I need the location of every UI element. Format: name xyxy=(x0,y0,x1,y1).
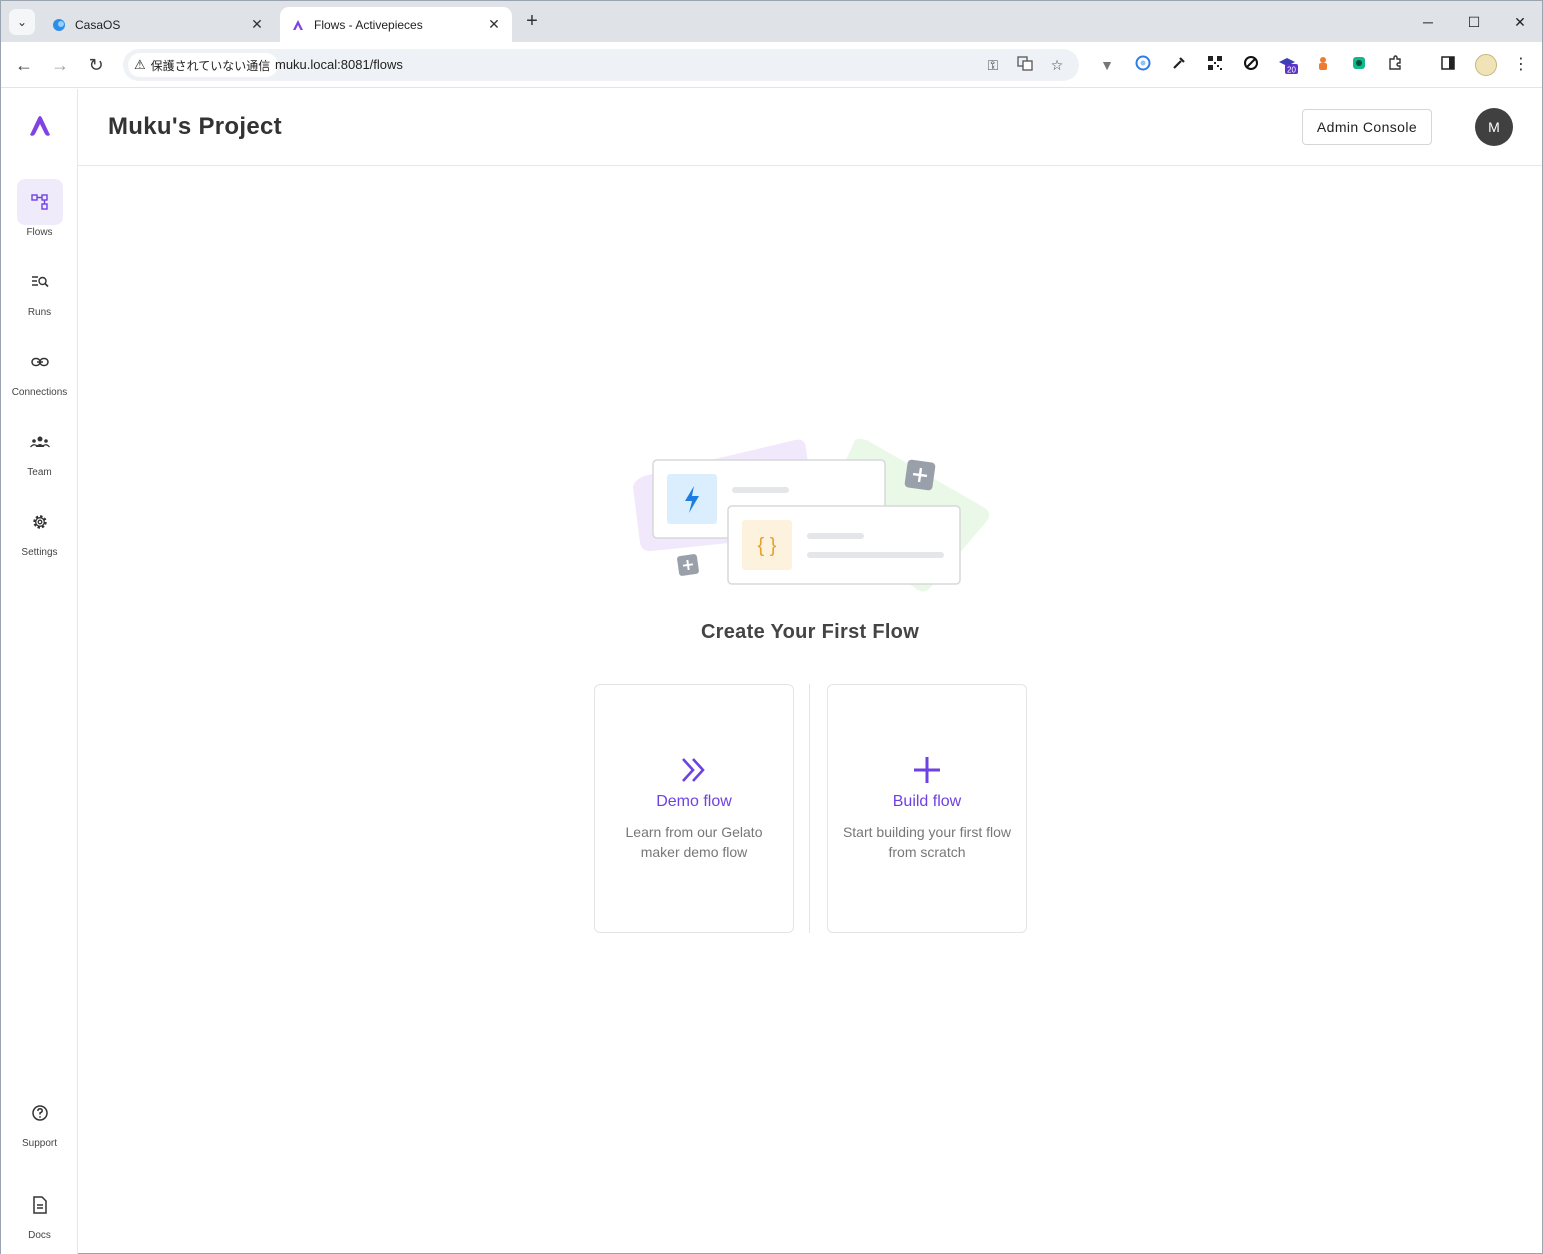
question-icon xyxy=(31,1105,48,1121)
tab-casaos[interactable]: CasaOS ✕ xyxy=(41,7,275,42)
nav-icon-wrap xyxy=(17,1182,63,1228)
browser-window: ⌄ CasaOS ✕ Flows - Activepieces ✕ + ─ ☐ … xyxy=(0,0,1543,1254)
tab-strip: ⌄ CasaOS ✕ Flows - Activepieces ✕ + ─ ☐ … xyxy=(1,1,1542,42)
document-icon xyxy=(32,1196,47,1214)
window-close-icon[interactable]: ✕ xyxy=(1505,9,1535,35)
sidebar-item-label: Flows xyxy=(26,227,53,238)
chevron-down-icon: ⌄ xyxy=(16,15,28,29)
empty-state-illustration: { } xyxy=(633,438,990,592)
casaos-favicon-icon xyxy=(51,17,67,33)
team-icon xyxy=(29,436,50,448)
build-flow-card[interactable]: Build flow Start building your first flo… xyxy=(827,684,1027,933)
extension-badge-icon[interactable]: 20 xyxy=(1277,55,1298,75)
key-icon[interactable]: ⚿ xyxy=(983,55,1003,75)
avatar[interactable]: M xyxy=(1475,108,1513,146)
flows-empty-state: { } Create Your First Flow Demo flow Lea… xyxy=(78,166,1542,1254)
activepieces-favicon-icon xyxy=(290,17,306,33)
card-title: Build flow xyxy=(892,793,962,810)
tab-title: CasaOS xyxy=(75,17,121,32)
translate-icon[interactable] xyxy=(1015,55,1035,75)
cards-divider xyxy=(809,684,810,933)
address-bar[interactable]: ⚠ 保護されていない通信 muku.local:8081/flows ⚿ ☆ xyxy=(123,49,1079,81)
link-icon xyxy=(30,357,49,367)
star-icon[interactable]: ☆ xyxy=(1047,55,1067,75)
new-tab-button[interactable]: + xyxy=(519,10,545,34)
browser-toolbar: ← → ↻ ⚠ 保護されていない通信 muku.local:8081/flows… xyxy=(1,42,1542,88)
puzzle-icon[interactable] xyxy=(1385,55,1405,75)
side-panel-icon[interactable] xyxy=(1438,55,1458,75)
qr-code-icon[interactable] xyxy=(1205,55,1225,75)
url-text[interactable]: muku.local:8081/flows xyxy=(275,57,403,72)
maximize-icon[interactable]: ☐ xyxy=(1459,9,1489,35)
sidebar-item-settings[interactable]: Settings xyxy=(1,499,78,558)
tab-search-button[interactable]: ⌄ xyxy=(9,9,35,35)
sidebar-item-label: Runs xyxy=(27,307,52,318)
profile-avatar-icon[interactable] xyxy=(1475,54,1497,76)
sidebar-item-label: Team xyxy=(27,467,52,478)
flows-icon xyxy=(30,194,48,210)
security-chip[interactable]: ⚠ 保護されていない通信 xyxy=(128,53,279,77)
sidebar-item-label: Settings xyxy=(21,547,58,558)
browser-menu-icon[interactable]: ⋮ xyxy=(1511,55,1531,75)
admin-console-button[interactable]: Admin Console xyxy=(1302,109,1432,145)
block-icon[interactable] xyxy=(1241,55,1261,75)
sidebar-item-docs[interactable]: Docs xyxy=(1,1182,78,1241)
sidebar-item-label: Docs xyxy=(28,1230,51,1241)
code-braces-glyph: { } xyxy=(758,535,777,557)
security-label: 保護されていない通信 xyxy=(150,58,271,73)
extension-orange-icon[interactable] xyxy=(1313,55,1333,75)
runs-icon xyxy=(31,276,49,288)
double-chevron-right-icon xyxy=(682,758,705,782)
sidebar: Flows Runs Connections Team Settings Sup… xyxy=(1,89,78,1254)
sidebar-item-support[interactable]: Support xyxy=(1,1090,78,1149)
plus-icon xyxy=(914,757,940,783)
card-description: Start building your first flow from scra… xyxy=(842,824,1012,860)
empty-state-title: Create Your First Flow xyxy=(700,621,920,643)
close-icon[interactable]: ✕ xyxy=(245,16,269,33)
nav-icon-wrap xyxy=(17,259,63,305)
eyedropper-icon[interactable] xyxy=(1169,55,1189,75)
close-icon[interactable]: ✕ xyxy=(482,16,506,33)
forward-icon[interactable]: → xyxy=(46,51,74,79)
activepieces-logo-icon[interactable] xyxy=(27,113,53,139)
page-title: Muku's Project xyxy=(108,113,282,140)
sidebar-item-flows[interactable]: Flows xyxy=(1,179,78,238)
extension-badge-count: 20 xyxy=(1287,66,1296,75)
sidebar-item-team[interactable]: Team xyxy=(1,419,78,478)
sidebar-item-label: Connections xyxy=(11,387,68,398)
card-description: Learn from our Gelato maker demo flow xyxy=(625,824,763,860)
extension-v-icon[interactable]: ▼ xyxy=(1097,55,1117,75)
sidebar-item-label: Support xyxy=(21,1138,58,1149)
activepieces-app: Flows Runs Connections Team Settings Sup… xyxy=(1,89,1542,1254)
demo-flow-card[interactable]: Demo flow Learn from our Gelato maker de… xyxy=(594,684,794,933)
nav-icon-wrap xyxy=(17,499,63,545)
minimize-icon[interactable]: ─ xyxy=(1413,9,1443,35)
sidebar-item-runs[interactable]: Runs xyxy=(1,259,78,318)
back-icon[interactable]: ← xyxy=(10,51,38,79)
gear-icon xyxy=(32,515,47,529)
extension-circle-icon[interactable] xyxy=(1133,55,1153,75)
warning-icon: ⚠ xyxy=(134,57,146,72)
nav-icon-wrap xyxy=(17,419,63,465)
extension-green-icon[interactable] xyxy=(1349,55,1369,75)
tab-title: Flows - Activepieces xyxy=(314,17,423,32)
nav-icon-wrap xyxy=(16,179,63,225)
sidebar-item-connections[interactable]: Connections xyxy=(1,339,78,398)
nav-icon-wrap xyxy=(17,339,63,385)
card-title: Demo flow xyxy=(656,793,732,810)
nav-icon-wrap xyxy=(17,1090,63,1136)
page-header: Muku's Project Admin Console M xyxy=(78,89,1542,166)
tab-activepieces[interactable]: Flows - Activepieces ✕ xyxy=(280,7,512,42)
reload-icon[interactable]: ↻ xyxy=(82,51,110,79)
